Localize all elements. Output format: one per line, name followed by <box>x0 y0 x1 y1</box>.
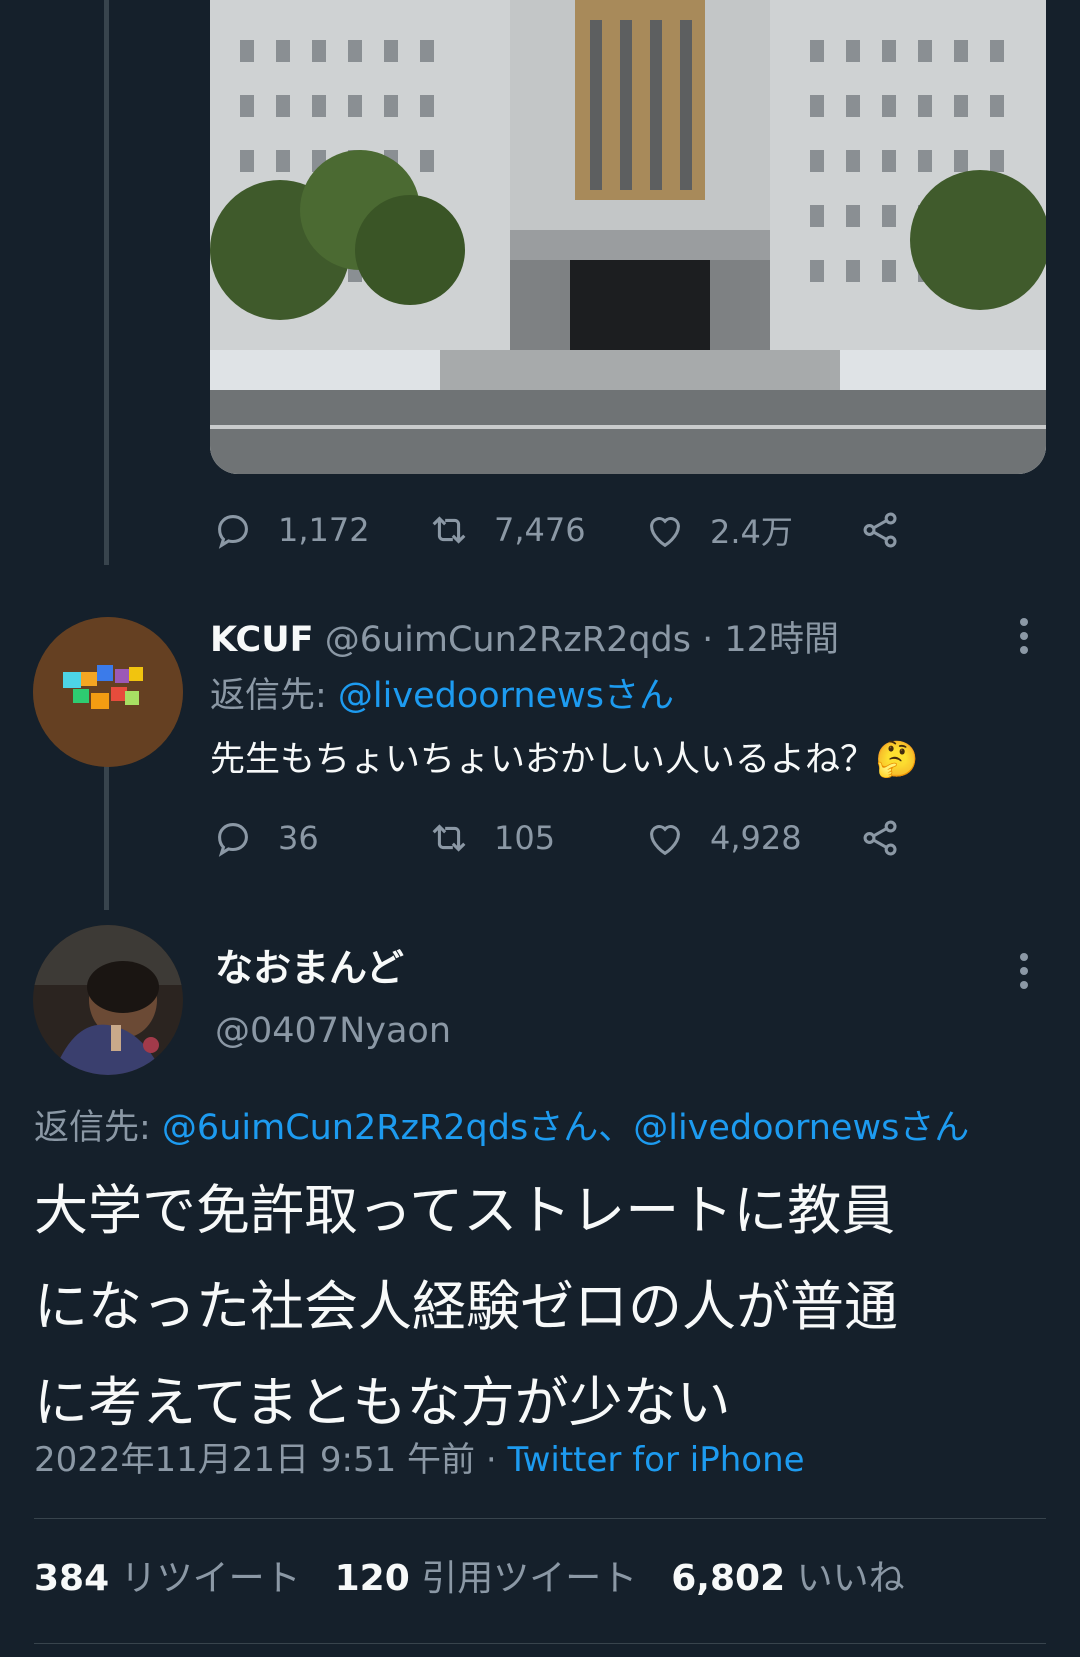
thread-line-top <box>104 0 109 565</box>
tweet1-like-button[interactable]: 2.4万 <box>642 507 858 553</box>
tweet3-text-line: になった社会人経験ゼロの人が普通 <box>34 1275 898 1338</box>
tweet3-author-handle[interactable]: @0407Nyaon <box>215 1008 451 1054</box>
tweet3-timestamp[interactable]: 2022年11月21日 9:51 午前 · <box>34 1440 507 1480</box>
avatar-toy-blocks-image <box>33 617 183 767</box>
tweet2-more-icon[interactable] <box>1018 618 1030 660</box>
tweet3-reply-prefix: 返信先: <box>34 1108 162 1148</box>
tweet3-divider-bottom <box>34 1643 1046 1644</box>
tweet3-reply-context: 返信先: @6uimCun2RzR2qdsさん、@livedoornewsさん <box>34 1105 969 1151</box>
tweet3-source-link[interactable]: Twitter for iPhone <box>507 1440 804 1480</box>
retweet-icon <box>432 824 466 852</box>
thinking-face-emoji: 🤔 <box>875 740 919 780</box>
tweet2-reply-count: 36 <box>278 819 319 857</box>
tweet2-retweet-button[interactable]: 105 <box>426 815 642 861</box>
tweet2-retweet-count: 105 <box>494 819 556 857</box>
tweet2-header: KCUF @6uimCun2RzR2qds · 12時間 <box>210 617 839 663</box>
tweet2-author-name[interactable]: KCUF <box>210 620 314 660</box>
tweet1-reply-button[interactable]: 1,172 <box>210 507 426 553</box>
retweet-label: リツイート <box>120 1558 301 1599</box>
heart-icon <box>650 517 680 548</box>
tweet1-like-count: 2.4万 <box>710 513 793 551</box>
tweet2-time[interactable]: · 12時間 <box>702 620 839 660</box>
tweet2-like-count: 4,928 <box>710 819 802 857</box>
avatar-person-photo <box>33 925 183 1075</box>
retweet-icon <box>432 516 466 544</box>
tweet1-share-button[interactable] <box>858 507 926 553</box>
tweet2-reply-to-link[interactable]: @livedoornewsさん <box>338 676 674 716</box>
reply-icon <box>218 515 248 549</box>
tweet3-text: 大学で免許取ってストレートに教員 になった社会人経験ゼロの人が普通 に考えてまと… <box>34 1163 898 1451</box>
tweet2-text: 先生もちょいちょいおかしい人いるよね？🤔 <box>210 736 919 784</box>
tweet3-stats-row: 384 リツイート 120 引用ツイート 6,802 いいね <box>34 1555 939 1603</box>
tweet1-retweet-button[interactable]: 7,476 <box>426 507 642 553</box>
tweet3-more-icon[interactable] <box>1018 953 1030 995</box>
like-count: 6,802 <box>671 1558 786 1599</box>
kcuf-avatar[interactable] <box>33 617 183 767</box>
quote-count: 120 <box>334 1558 410 1599</box>
tweet2-share-button[interactable] <box>858 815 926 861</box>
tweet-photo-building[interactable] <box>210 0 1046 474</box>
share-icon <box>863 820 897 856</box>
heart-icon <box>650 825 680 856</box>
like-stat[interactable]: 6,802 いいね <box>671 1558 938 1599</box>
tweet3-divider-top <box>34 1518 1046 1519</box>
share-icon <box>863 512 897 548</box>
reply-icon <box>218 823 248 857</box>
tweet2-reply-prefix: 返信先: <box>210 676 338 716</box>
tweet1-reply-count: 1,172 <box>278 511 370 549</box>
quote-stat[interactable]: 120 引用ツイート <box>335 1558 672 1599</box>
building-photo <box>210 0 1046 474</box>
like-label: いいね <box>796 1558 905 1599</box>
tweet2-action-bar: 36 105 4,928 <box>210 808 926 868</box>
tweet3-reply-to-link-1[interactable]: @6uimCun2RzR2qdsさん、 <box>162 1108 633 1148</box>
tweet3-meta: 2022年11月21日 9:51 午前 · Twitter for iPhone <box>34 1437 805 1483</box>
tweet1-action-bar: 1,172 7,476 2.4万 <box>210 500 926 560</box>
tweet3-text-line: 大学で免許取ってストレートに教員 <box>34 1179 896 1242</box>
tweet1-retweet-count: 7,476 <box>494 511 586 549</box>
tweet2-reply-context: 返信先: @livedoornewsさん <box>210 673 674 719</box>
tweet2-reply-button[interactable]: 36 <box>210 815 426 861</box>
retweet-count: 384 <box>34 1558 110 1599</box>
tweet2-author-handle[interactable]: @6uimCun2RzR2qds <box>325 620 691 660</box>
tweet3-author-name[interactable]: なおまんど <box>215 944 404 992</box>
tweet2-body: 先生もちょいちょいおかしい人いるよね？ <box>210 740 876 780</box>
naomando-avatar[interactable] <box>33 925 183 1075</box>
tweet3-reply-to-link-2[interactable]: @livedoornewsさん <box>633 1108 969 1148</box>
tweet2-like-button[interactable]: 4,928 <box>642 815 858 861</box>
quote-label: 引用ツイート <box>421 1558 638 1599</box>
retweet-stat[interactable]: 384 リツイート <box>34 1558 335 1599</box>
